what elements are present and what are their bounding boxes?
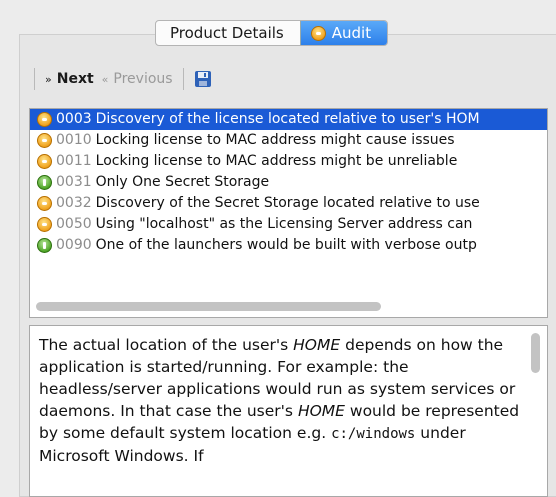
issue-code: 0050 [56, 216, 92, 232]
issue-title: Discovery of the Secret Storage located … [95, 195, 480, 211]
tab-audit-label: Audit [331, 24, 372, 42]
audit-toolbar: » Next « Previous [28, 64, 216, 94]
issue-code: 0010 [56, 132, 92, 148]
toolbar-separator [34, 68, 35, 90]
issue-list[interactable]: 0003 Discovery of the license located rel… [29, 108, 548, 318]
issue-code: 0090 [56, 237, 92, 253]
issue-code: 0031 [56, 174, 92, 190]
warning-circle-icon [310, 25, 326, 41]
issue-row[interactable]: 0003 Discovery of the license located rel… [30, 109, 547, 130]
issue-title: Using "localhost" as the Licensing Serve… [95, 216, 473, 232]
issue-row[interactable]: 0010 Locking license to MAC address might… [30, 130, 547, 151]
warning-circle-icon [37, 133, 52, 148]
info-circle-icon [37, 175, 52, 190]
issue-title: Only One Secret Storage [95, 174, 270, 190]
warning-circle-icon [37, 112, 52, 127]
issue-title: One of the launchers would be built with… [95, 237, 477, 253]
tab-audit[interactable]: Audit [299, 21, 388, 45]
issue-title: Locking license to MAC address might cau… [95, 132, 455, 148]
warning-circle-icon [37, 217, 52, 232]
next-button[interactable]: » Next [41, 71, 98, 87]
info-circle-icon [37, 238, 52, 253]
tab-bar: Product Details Audit [155, 20, 389, 46]
double-chevron-up-icon: « [101, 72, 109, 86]
issue-code: 0032 [56, 195, 92, 211]
toolbar-separator [182, 68, 184, 90]
issue-row[interactable]: 0011 Locking license to MAC address might… [30, 151, 547, 172]
home-term: HOME [297, 402, 345, 420]
double-chevron-down-icon: » [45, 72, 52, 86]
description-text: The actual location of the user's HOME d… [30, 326, 547, 467]
issue-row[interactable]: 0090 One of the launchers would be built … [30, 235, 547, 256]
save-button[interactable] [190, 70, 216, 88]
issue-row[interactable]: 0050 Using "localhost" as the Licensing S… [30, 214, 547, 235]
previous-button[interactable]: « Previous [98, 71, 177, 87]
next-label: Next [56, 71, 94, 87]
tab-product-details[interactable]: Product Details [156, 21, 300, 45]
warning-circle-icon [37, 154, 52, 169]
vertical-scrollbar[interactable] [531, 333, 540, 373]
horizontal-scrollbar[interactable] [36, 302, 381, 311]
issue-row[interactable]: 0031 Only One Secret Storage [30, 172, 547, 193]
previous-label: Previous [113, 71, 173, 87]
issue-code: 0011 [56, 153, 92, 169]
home-term: HOME [293, 336, 341, 354]
issue-title: Locking license to MAC address might be … [95, 153, 458, 169]
warning-circle-icon [37, 196, 52, 211]
issue-code: 0003 [56, 111, 92, 127]
path-example: c:/windows [331, 426, 416, 442]
floppy-disk-icon [194, 71, 211, 87]
issue-title: Discovery of the license located relativ… [95, 111, 480, 127]
issue-row[interactable]: 0032 Discovery of the Secret Storage loca… [30, 193, 547, 214]
description-segment: The actual location of the user's [39, 336, 294, 354]
issue-description: The actual location of the user's HOME d… [29, 325, 548, 497]
